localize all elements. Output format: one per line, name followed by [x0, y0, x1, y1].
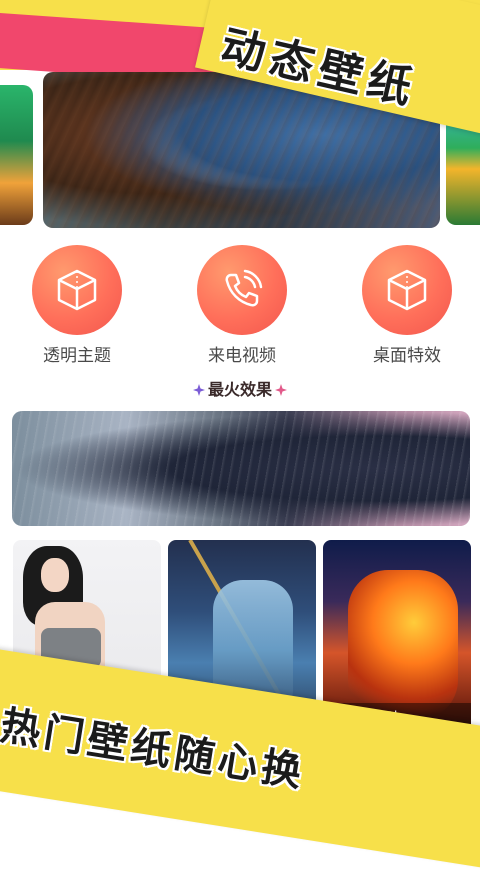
cube-icon — [362, 245, 452, 335]
section-title-text: 最火效果 — [207, 380, 272, 399]
category-call-video[interactable]: 来电视频 — [187, 245, 297, 366]
thumbnail-image-figure — [348, 570, 458, 720]
rain-overlay — [12, 411, 470, 526]
featured-effect-card[interactable] — [12, 411, 470, 526]
sparkle-icon — [192, 384, 205, 396]
sparkle-icon — [275, 384, 287, 396]
cube-icon — [32, 245, 122, 335]
section-title-hot-effects: 最火效果 — [0, 376, 480, 400]
carousel-slide-previous[interactable] — [0, 85, 33, 225]
thumbnail-image-figure — [41, 558, 69, 592]
category-label: 桌面特效 — [373, 346, 441, 366]
category-label: 来电视频 — [208, 346, 276, 366]
category-label: 透明主题 — [43, 346, 111, 366]
category-desktop-effects[interactable]: 桌面特效 — [352, 245, 462, 366]
phone-ring-icon — [197, 245, 287, 335]
category-transparent-theme[interactable]: 透明主题 — [22, 245, 132, 366]
